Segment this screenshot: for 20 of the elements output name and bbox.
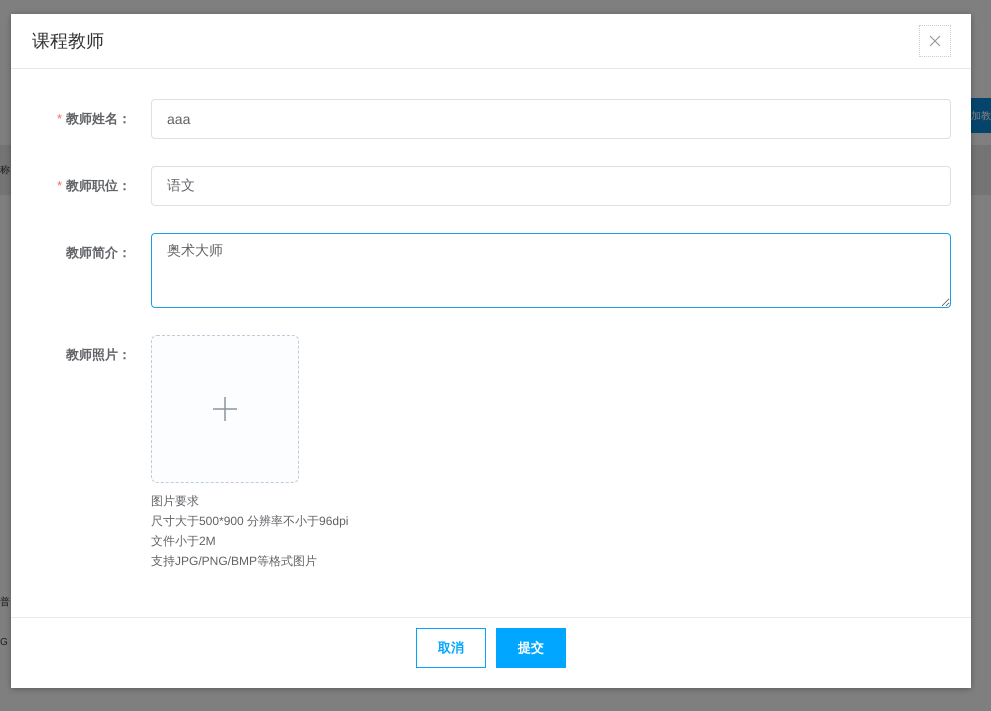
field-label: * 教师姓名：: [56, 110, 132, 128]
page-text: G: [0, 637, 8, 648]
close-button[interactable]: [919, 25, 951, 57]
required-mark: *: [56, 111, 62, 126]
field-label: 教师照片：: [64, 346, 132, 364]
upload-hint: 尺寸大于500*900 分辨率不小于96dpi: [151, 513, 348, 530]
textarea-field[interactable]: 奥术大师: [151, 233, 951, 308]
upload-hint: 支持JPG/PNG/BMP等格式图片: [151, 553, 318, 570]
column-header: 称: [0, 164, 10, 177]
close-icon: [929, 35, 941, 47]
upload-hint: 图片要求: [151, 493, 200, 510]
field-label: * 教师职位：: [56, 177, 132, 195]
page-text: 普: [0, 596, 10, 609]
dialog-title: 课程教师: [32, 30, 104, 53]
upload-hint: 文件小于2M: [151, 533, 217, 550]
plus-icon: [213, 397, 237, 421]
text-field[interactable]: aaa: [151, 99, 951, 139]
required-mark: *: [56, 178, 62, 193]
field-label: 教师简介：: [64, 244, 132, 262]
text-field[interactable]: 语文: [151, 166, 951, 206]
